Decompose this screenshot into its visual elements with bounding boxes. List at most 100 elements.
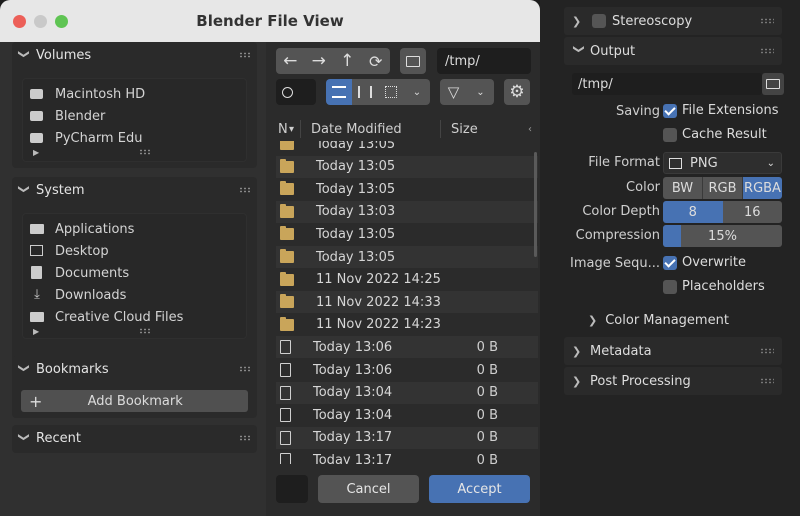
refresh-icon[interactable]: ⟳ [362, 48, 391, 74]
drag-handle-icon[interactable] [239, 366, 251, 372]
file-row-date: Today 13:17 [313, 430, 393, 446]
new-directory-button[interactable] [400, 48, 426, 74]
overwrite-checkbox[interactable] [663, 255, 677, 270]
drag-handle-icon[interactable] [239, 187, 251, 193]
file-extensions-toggle[interactable]: File Extensions [663, 103, 778, 118]
color-rgba-option[interactable]: RGBA [743, 177, 782, 199]
cancel-button[interactable]: Cancel [318, 475, 419, 503]
settings-gear-icon[interactable]: ⚙ [504, 79, 530, 105]
file-row[interactable]: Today 13:05 [276, 141, 538, 155]
metadata-panel-header[interactable]: ❯ Metadata [564, 337, 782, 365]
file-row[interactable]: Today 13:05 [276, 155, 538, 178]
file-row[interactable]: 11 Nov 2022 14:23 [276, 314, 538, 336]
title-bar[interactable]: Blender File View [0, 0, 540, 42]
file-extensions-checkbox[interactable] [663, 103, 677, 118]
system-item-documents[interactable]: Documents [23, 262, 246, 284]
stereoscopy-panel-header[interactable]: ❯ Stereoscopy [564, 7, 782, 35]
file-row[interactable]: Today 13:04 0 B [276, 404, 538, 426]
system-item-applications[interactable]: Applications [23, 218, 246, 240]
thumbnails-icon[interactable] [378, 79, 404, 105]
expand-list-icon[interactable]: ▶ [33, 148, 39, 157]
color-bw-option[interactable]: BW [663, 177, 703, 199]
volume-item-pycharm-edu[interactable]: PyCharm Edu [23, 127, 246, 149]
volume-item-blender[interactable]: Blender [23, 105, 246, 127]
file-row[interactable]: Today 13:17 0 B [276, 426, 538, 449]
output-path-input[interactable]: /tmp/ [572, 73, 762, 95]
file-format-select[interactable]: PNG ⌄ [663, 152, 782, 174]
filter-funnel-icon[interactable]: ▽ [440, 79, 467, 105]
file-row[interactable]: 11 Nov 2022 14:33 [276, 291, 538, 314]
placeholders-checkbox[interactable] [663, 279, 677, 294]
file-row[interactable]: Today 13:05 [276, 246, 538, 268]
disk-icon [29, 131, 45, 145]
chevron-down-icon: ❯ [17, 184, 31, 194]
chevron-down-icon[interactable]: ⌄ [404, 79, 430, 105]
file-row[interactable]: Today 13:06 0 B [276, 359, 538, 381]
system-list: Applications Desktop Documents ⤓ Downloa… [22, 213, 247, 339]
system-item-creative-cloud-files[interactable]: Creative Cloud Files [23, 306, 246, 328]
add-bookmark-button[interactable]: + Add Bookmark [21, 390, 248, 412]
file-row[interactable]: 11 Nov 2022 14:25 [276, 269, 538, 291]
accept-button[interactable]: Accept [429, 475, 530, 503]
file-row-date: Today 13:05 [316, 181, 396, 197]
column-date-modified[interactable]: Date Modified [311, 122, 402, 137]
post-processing-panel-header[interactable]: ❯ Post Processing [564, 367, 782, 395]
close-window-button[interactable] [13, 15, 26, 28]
file-row[interactable]: Today 13:04 0 B [276, 381, 538, 404]
properties-panel: ❯ Stereoscopy ❯ Output /tmp/ Saving File… [540, 0, 800, 516]
output-panel-header[interactable]: ❯ Output [564, 37, 782, 65]
back-arrow-icon[interactable]: ← [276, 48, 305, 74]
placeholders-toggle[interactable]: Placeholders [663, 279, 765, 294]
parent-directory-icon[interactable]: ↑ [333, 48, 362, 74]
directory-path-input[interactable]: /tmp/ [437, 48, 531, 74]
compression-slider[interactable]: 15% [663, 225, 782, 247]
drag-handle-icon[interactable] [239, 435, 251, 441]
drag-handle-icon[interactable] [760, 378, 774, 384]
drag-handle-icon[interactable] [760, 348, 774, 354]
file-list-scrollbar[interactable] [534, 152, 537, 257]
vertical-list-icon[interactable] [326, 79, 352, 105]
drag-handle-icon[interactable] [239, 52, 251, 58]
file-row[interactable]: Today 13:05 [276, 223, 538, 245]
file-row[interactable]: Today 13:17 0 B [276, 449, 538, 464]
overwrite-toggle[interactable]: Overwrite [663, 255, 746, 270]
recent-header[interactable]: ❯ Recent [12, 425, 257, 451]
file-browser-main: ← → ↑ ⟳ /tmp/ ⌄ ▽ ⌄ ⚙ N ▾ Date Modified … [266, 42, 540, 516]
zoom-window-button[interactable] [55, 15, 68, 28]
volume-item-macintosh-hd[interactable]: Macintosh HD [23, 83, 246, 105]
color-depth-16-option[interactable]: 16 [722, 201, 782, 223]
drag-handle-icon[interactable] [760, 18, 774, 24]
forward-arrow-icon[interactable]: → [305, 48, 334, 74]
file-row[interactable]: Today 13:05 [276, 178, 538, 200]
system-header[interactable]: ❯ System [12, 177, 257, 203]
column-name[interactable]: N [278, 122, 288, 137]
chevron-down-icon[interactable]: ⌄ [467, 79, 494, 105]
system-item-label: Applications [55, 221, 135, 237]
color-management-subpanel[interactable]: ❯ Color Management [588, 313, 729, 328]
system-item-downloads[interactable]: ⤓ Downloads [23, 284, 246, 306]
cache-result-toggle[interactable]: Cache Result [663, 127, 767, 142]
filename-input[interactable] [276, 475, 308, 503]
system-item-desktop[interactable]: Desktop [23, 240, 246, 262]
cache-result-checkbox[interactable] [663, 127, 677, 142]
color-depth-8-option[interactable]: 8 [663, 201, 723, 223]
stereoscopy-checkbox[interactable] [592, 14, 606, 28]
horizontal-list-icon[interactable] [352, 79, 378, 105]
volumes-header[interactable]: ❯ Volumes [12, 42, 257, 68]
chevron-left-icon[interactable]: ‹ [528, 124, 532, 135]
drag-handle-icon[interactable] [760, 48, 774, 54]
color-rgb-option[interactable]: RGB [703, 177, 743, 199]
resize-handle-icon[interactable] [139, 149, 151, 155]
expand-list-icon[interactable]: ▶ [33, 327, 39, 336]
column-size[interactable]: Size [451, 122, 478, 137]
bookmarks-header[interactable]: ❯ Bookmarks [12, 356, 257, 382]
minimize-window-button[interactable] [34, 15, 47, 28]
resize-handle-icon[interactable] [139, 328, 151, 334]
folder-browse-button[interactable] [762, 73, 784, 95]
file-row[interactable]: Today 13:06 0 B [276, 336, 538, 359]
file-row[interactable]: Today 13:03 [276, 200, 538, 223]
file-row-size: 0 B [476, 452, 498, 464]
filter-search-input[interactable] [276, 79, 316, 105]
chevron-down-icon: ⌄ [766, 157, 775, 169]
cache-result-label: Cache Result [682, 127, 767, 142]
